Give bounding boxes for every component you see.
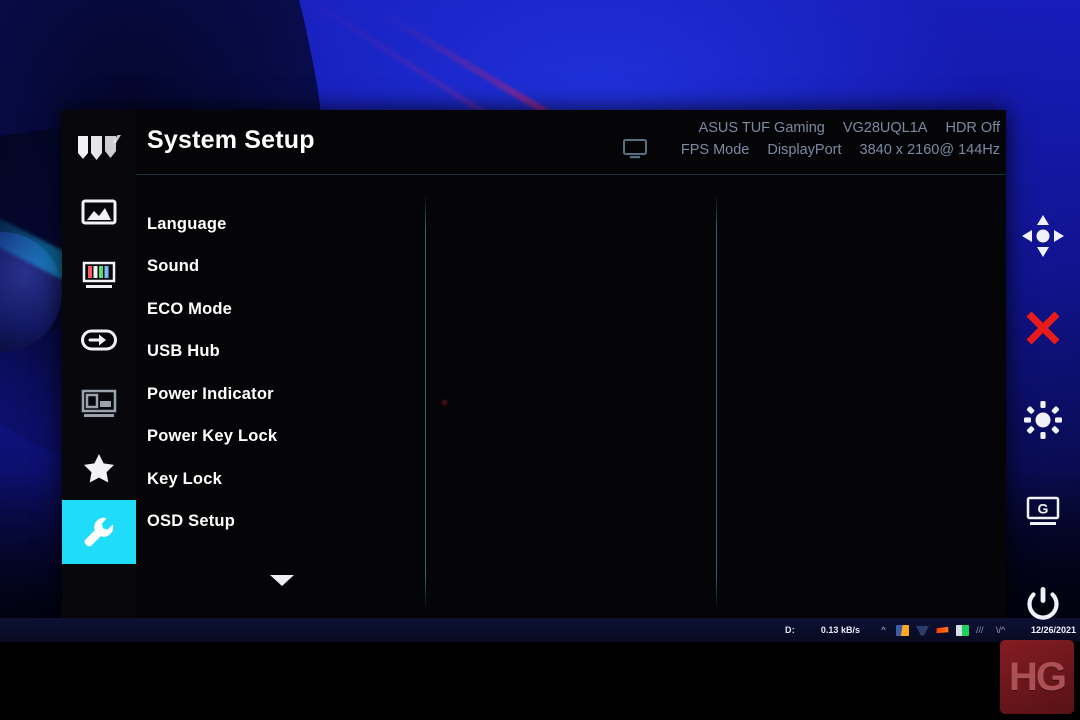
hg-watermark-logo: HG xyxy=(1000,640,1074,714)
column-divider-1 xyxy=(425,197,426,606)
osd-control-strip[interactable]: G xyxy=(1006,110,1080,650)
page-title: System Setup xyxy=(147,126,315,154)
osd-menu-window: System Setup ASUS TUF Gaming VG28UQL1A H… xyxy=(62,110,1006,620)
navigation-joystick-icon xyxy=(1020,214,1066,258)
input-source-icon xyxy=(80,327,118,353)
power-icon xyxy=(1024,585,1062,623)
close-x-icon xyxy=(1024,309,1062,347)
gamevisual-button[interactable]: G xyxy=(1006,466,1080,558)
menu-item-eco-mode[interactable]: ECO Mode xyxy=(147,288,417,331)
tray-waveform-icon[interactable]: /// xyxy=(976,625,989,636)
osd-resolution: 3840 x 2160@ 144Hz xyxy=(859,141,1000,158)
power-button[interactable] xyxy=(1006,558,1080,650)
gaming-image-icon xyxy=(81,198,117,226)
tuf-logo-icon xyxy=(76,133,122,163)
rail-item-image-color[interactable] xyxy=(62,244,136,308)
tray-monitor-green-icon[interactable] xyxy=(955,624,969,636)
close-button[interactable] xyxy=(1006,282,1080,374)
rail-item-gaming[interactable] xyxy=(62,180,136,244)
osd-body: Language Sound ECO Mode USB Hub Power In… xyxy=(136,175,1006,620)
tray-app-folder-icon[interactable] xyxy=(895,624,909,636)
wrench-settings-icon xyxy=(82,515,116,549)
rail-item-pip-pbp[interactable] xyxy=(62,372,136,436)
menu-item-key-lock[interactable]: Key Lock xyxy=(147,458,417,501)
menu-item-power-key-lock[interactable]: Power Key Lock xyxy=(147,416,417,459)
settings-menu-list[interactable]: Language Sound ECO Mode USB Hub Power In… xyxy=(147,203,417,586)
star-shortcut-icon xyxy=(82,452,116,484)
osd-brand-label: ASUS TUF Gaming xyxy=(698,120,825,136)
display-icon xyxy=(622,138,648,165)
menu-item-power-indicator[interactable]: Power Indicator xyxy=(147,373,417,416)
taskbar-tray[interactable]: ^ /// \/^ xyxy=(878,624,1009,636)
rail-item-system-setup[interactable] xyxy=(62,500,136,564)
pip-pbp-icon xyxy=(80,389,118,419)
osd-model-label: VG28UQL1A xyxy=(842,120,928,136)
brightness-sun-icon xyxy=(1023,400,1063,440)
taskbar-drive-label: D: xyxy=(785,625,795,635)
color-bars-icon xyxy=(81,261,117,291)
navigation-joystick-button[interactable] xyxy=(1006,190,1080,282)
osd-header-row-top: ASUS TUF Gaming VG28UQL1A HDR Off xyxy=(681,118,1000,140)
rail-item-tuf-logo[interactable] xyxy=(62,116,136,180)
menu-item-language[interactable]: Language xyxy=(147,203,417,246)
brightness-button[interactable] xyxy=(1006,374,1080,466)
osd-header-info: ASUS TUF Gaming VG28UQL1A HDR Off FPS Mo… xyxy=(663,118,1000,162)
gamevisual-g-icon: G xyxy=(1025,496,1061,528)
sensor-speck xyxy=(442,400,447,405)
menu-item-sound[interactable]: Sound xyxy=(147,246,417,289)
osd-header: System Setup ASUS TUF Gaming VG28UQL1A H… xyxy=(136,110,1006,175)
column-divider-2 xyxy=(716,197,717,606)
menu-item-usb-hub[interactable]: USB Hub xyxy=(147,331,417,374)
osd-preset-mode: FPS Mode xyxy=(680,141,750,158)
taskbar-network-speed: 0.13 kB/s xyxy=(820,625,860,635)
screen-root: D: 0.13 kB/s ^ /// \/^ 12/26/2021 HG Sys… xyxy=(0,0,1080,720)
scroll-down-indicator[interactable] xyxy=(147,575,417,586)
rail-item-input-select[interactable] xyxy=(62,308,136,372)
osd-icon-rail[interactable] xyxy=(62,110,136,620)
menu-item-osd-setup[interactable]: OSD Setup xyxy=(147,501,417,544)
osd-input-source: DisplayPort xyxy=(767,141,842,158)
tray-flame-icon[interactable] xyxy=(936,626,949,634)
osd-main-column: System Setup ASUS TUF Gaming VG28UQL1A H… xyxy=(136,110,1006,620)
rail-item-myfavorite[interactable] xyxy=(62,436,136,500)
osd-header-row-bottom: FPS Mode DisplayPort 3840 x 2160@ 144Hz xyxy=(663,140,1000,162)
tray-overflow-chevron-icon[interactable]: ^ xyxy=(878,625,889,636)
tray-triangle-icon[interactable] xyxy=(915,625,929,636)
osd-hdr-status: HDR Off xyxy=(945,120,1000,136)
windows-taskbar[interactable]: D: 0.13 kB/s ^ /// \/^ 12/26/2021 xyxy=(0,618,1080,642)
hg-watermark-text: HG xyxy=(1009,655,1067,699)
svg-text:G: G xyxy=(1038,501,1049,517)
chevron-down-icon xyxy=(270,575,294,586)
